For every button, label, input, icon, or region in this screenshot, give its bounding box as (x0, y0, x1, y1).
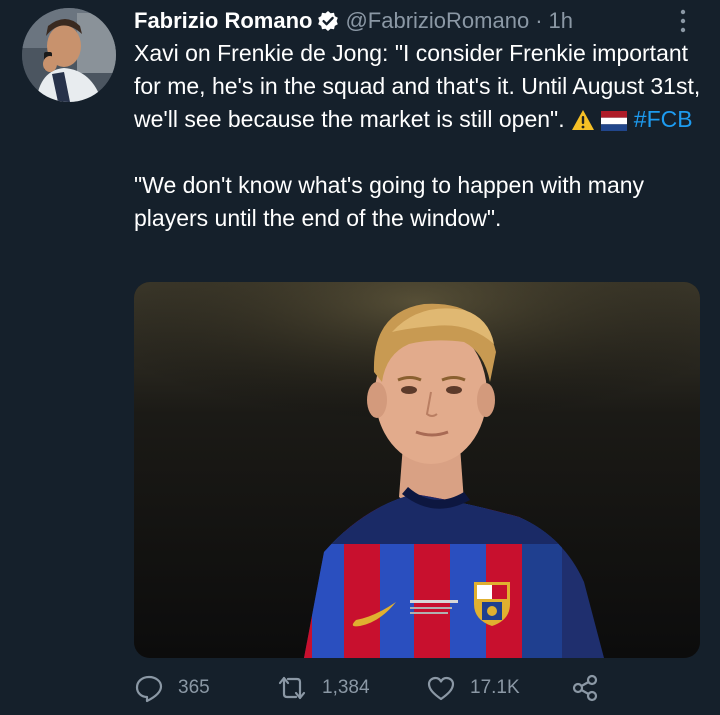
retweet-count: 1,384 (322, 677, 370, 698)
netherlands-flag-emoji (601, 107, 628, 131)
tweet-media-image[interactable] (134, 282, 700, 658)
tweet[interactable]: Fabrizio Romano @FabrizioRomano · 1h Xav… (0, 0, 720, 715)
tweet-header: Fabrizio Romano @FabrizioRomano · 1h (134, 6, 573, 36)
verified-badge-icon (317, 10, 339, 32)
handle[interactable]: @FabrizioRomano (345, 8, 529, 34)
tweet-paragraph-2: "We don't know what's going to happen wi… (134, 172, 645, 231)
avatar-image (22, 8, 116, 102)
more-vertical-icon[interactable] (674, 8, 692, 34)
tweet-actions: 365 1,384 17.1K (134, 668, 614, 708)
share-button[interactable] (570, 668, 614, 708)
warning-emoji (571, 107, 595, 130)
heart-icon (427, 676, 455, 701)
separator-dot: · (535, 8, 543, 33)
like-count: 17.1K (470, 677, 520, 698)
display-name[interactable]: Fabrizio Romano (134, 8, 312, 34)
retweet-icon (278, 676, 306, 700)
reply-count: 365 (178, 677, 210, 698)
retweet-button[interactable]: 1,384 (276, 668, 370, 708)
reply-button[interactable]: 365 (134, 668, 210, 708)
reply-icon (135, 675, 163, 703)
tweet-text: Xavi on Frenkie de Jong: "I consider Fre… (134, 37, 704, 235)
like-button[interactable]: 17.1K (426, 668, 520, 708)
share-icon (572, 674, 598, 702)
hashtag-link[interactable]: #FCB (634, 106, 693, 132)
player-photo (134, 282, 700, 658)
tweet-paragraph-1: Xavi on Frenkie de Jong: "I consider Fre… (134, 37, 704, 136)
avatar[interactable] (22, 8, 116, 102)
timestamp[interactable]: 1h (549, 8, 573, 34)
